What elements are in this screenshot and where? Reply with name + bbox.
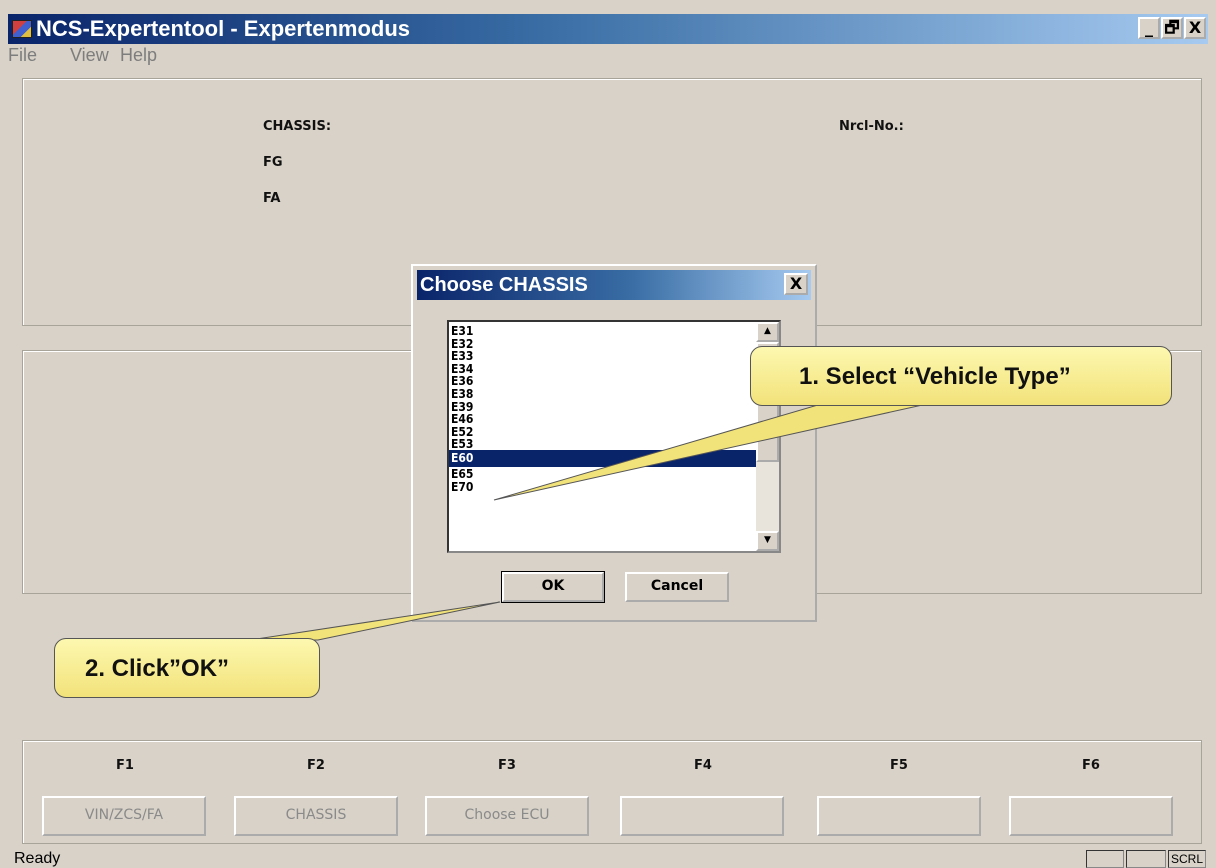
main-window: NCS-Expertentool - Expertenmodus _ 🗗 X F…: [0, 0, 1216, 868]
callout-step2: 2. Click”OK”: [54, 638, 320, 698]
callout-step1: 1. Select “Vehicle Type”: [750, 346, 1172, 406]
callout-pointers: [249, 401, 937, 641]
